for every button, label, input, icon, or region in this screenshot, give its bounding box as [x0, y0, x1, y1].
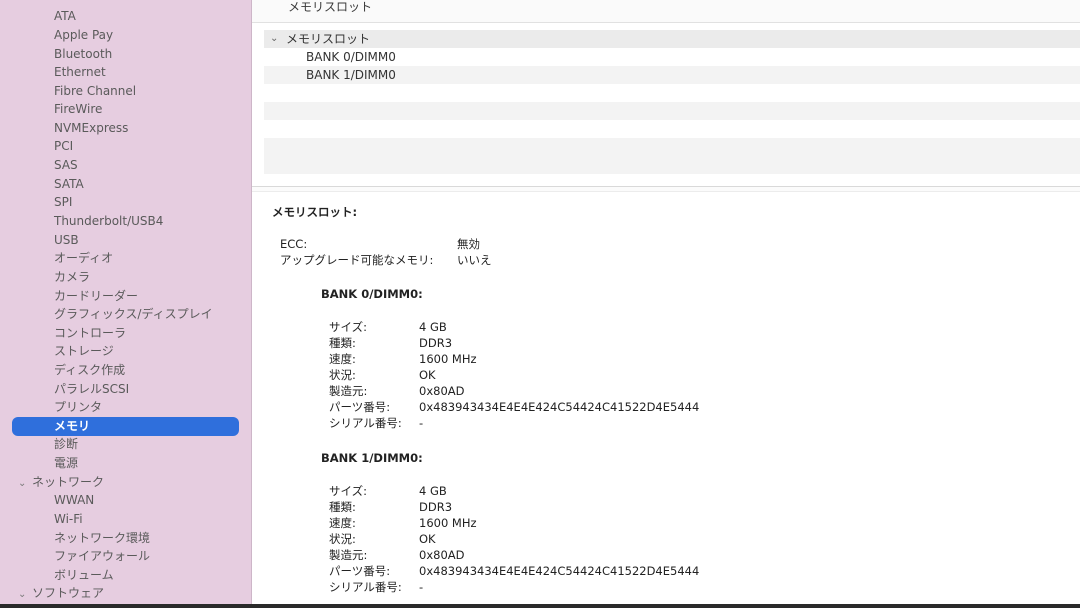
field-value: 0x80AD: [419, 548, 465, 562]
upgrade-value: いいえ: [457, 253, 492, 267]
field-label: サイズ:: [329, 484, 368, 498]
field-value: 0x80AD: [419, 384, 465, 398]
field-label: 速度:: [329, 352, 356, 366]
sidebar-item-graphics[interactable]: グラフィックス/ディスプレイ: [54, 305, 213, 323]
field-value: 4 GB: [419, 320, 447, 334]
tree-row-empty: [264, 156, 1080, 174]
window-bottom-edge: [0, 604, 1080, 608]
field-label: シリアル番号:: [329, 580, 402, 594]
list-header: メモリスロット: [252, 0, 1080, 23]
sidebar-item-wwan[interactable]: WWAN: [54, 491, 94, 509]
field-value: DDR3: [419, 500, 453, 514]
chevron-down-icon[interactable]: ⌄: [18, 475, 32, 493]
field-label: 種類:: [329, 336, 356, 350]
sidebar-item-printer[interactable]: プリンタ: [54, 398, 102, 416]
tree-row-empty: [264, 84, 1080, 102]
sidebar-group-software[interactable]: ⌄ ソフトウェア: [18, 584, 104, 602]
field-value: OK: [419, 532, 436, 546]
tree-row-empty: [264, 138, 1080, 156]
field-value: DDR3: [419, 336, 453, 350]
field-label: パーツ番号:: [329, 400, 391, 414]
sidebar-item-storage[interactable]: ストレージ: [54, 342, 114, 360]
field-value: -: [419, 416, 424, 430]
tree-root-label: メモリスロット: [286, 32, 371, 46]
field-label: 製造元:: [329, 384, 368, 398]
tree-row-empty: [264, 120, 1080, 138]
sidebar-item-parallel-scsi[interactable]: パラレルSCSI: [54, 380, 129, 398]
field-value: OK: [419, 368, 436, 382]
sidebar-item-disc-burning[interactable]: ディスク作成: [54, 361, 125, 379]
field-value: 0x483943434E4E4E424C54424C41522D4E5444: [419, 400, 700, 414]
sidebar-item-volumes[interactable]: ボリューム: [54, 566, 114, 584]
sidebar-item-usb[interactable]: USB: [54, 231, 79, 249]
sidebar-item-controller[interactable]: コントローラ: [54, 324, 126, 342]
field-value: 0x483943434E4E4E424C54424C41522D4E5444: [419, 564, 700, 578]
split-divider[interactable]: [252, 186, 1080, 192]
field-label: 製造元:: [329, 548, 368, 562]
field-label: 状況:: [329, 368, 356, 382]
sidebar-item-card-reader[interactable]: カードリーダー: [54, 287, 138, 305]
sidebar-item-bluetooth[interactable]: Bluetooth: [54, 45, 112, 63]
field-label: 状況:: [329, 532, 356, 546]
sidebar-item-nvmexpress[interactable]: NVMExpress: [54, 119, 128, 137]
upgrade-label: アップグレード可能なメモリ:: [280, 253, 434, 267]
sidebar-item-wifi[interactable]: Wi-Fi: [54, 510, 83, 528]
sidebar-item-power[interactable]: 電源: [54, 454, 78, 472]
sidebar-item-spi[interactable]: SPI: [54, 193, 72, 211]
tree-row-label: BANK 1/DIMM0: [306, 68, 396, 82]
sidebar-item-firewall[interactable]: ファイアウォール: [54, 547, 150, 565]
field-value: 1600 MHz: [419, 352, 477, 366]
field-label: 速度:: [329, 516, 356, 530]
sidebar-group-network[interactable]: ⌄ ネットワーク: [18, 473, 104, 491]
bank-title: BANK 0/DIMM0:: [321, 287, 423, 301]
sidebar-item-apple-pay[interactable]: Apple Pay: [54, 26, 113, 44]
field-label: パーツ番号:: [329, 564, 391, 578]
sidebar-item-firewire[interactable]: FireWire: [54, 100, 102, 118]
chevron-down-icon[interactable]: ⌄: [270, 30, 278, 48]
sidebar-item-sas[interactable]: SAS: [54, 156, 78, 174]
tree-row[interactable]: BANK 1/DIMM0: [264, 66, 1080, 84]
memory-slot-tree: ⌄ メモリスロット BANK 0/DIMM0 BANK 1/DIMM0: [264, 30, 1080, 180]
field-value: 4 GB: [419, 484, 447, 498]
sidebar-item-locations[interactable]: ネットワーク環境: [54, 529, 150, 547]
bank-title: BANK 1/DIMM0:: [321, 451, 423, 465]
tree-row[interactable]: BANK 0/DIMM0: [264, 48, 1080, 66]
field-label: 種類:: [329, 500, 356, 514]
sidebar-item-pci[interactable]: PCI: [54, 137, 73, 155]
sidebar-item-fibre-channel[interactable]: Fibre Channel: [54, 82, 136, 100]
column-header-title[interactable]: メモリスロット: [288, 0, 372, 16]
sidebar-group-label: ネットワーク: [32, 475, 105, 489]
sidebar-item-ethernet[interactable]: Ethernet: [54, 63, 106, 81]
tree-row-empty: [264, 102, 1080, 120]
tree-row-root[interactable]: ⌄ メモリスロット: [264, 30, 1080, 48]
main-pane: メモリスロット ⌄ メモリスロット BANK 0/DIMM0 BANK 1/DI…: [252, 0, 1080, 608]
sidebar-selection-highlight: [12, 417, 239, 436]
sidebar-item-diagnostics[interactable]: 診断: [54, 435, 78, 453]
field-value: 1600 MHz: [419, 516, 477, 530]
sidebar-item-thunderbolt[interactable]: Thunderbolt/USB4: [54, 212, 163, 230]
tree-row-label: BANK 0/DIMM0: [306, 50, 396, 64]
sidebar-item-memory[interactable]: メモリ: [54, 417, 90, 435]
field-label: シリアル番号:: [329, 416, 402, 430]
ecc-value: 無効: [457, 237, 480, 251]
sidebar-group-label: ソフトウェア: [32, 586, 105, 600]
detail-pane: メモリスロット: ECC: 無効 アップグレード可能なメモリ: いいえ BANK…: [252, 196, 1080, 608]
sidebar-item-audio[interactable]: オーディオ: [54, 249, 113, 267]
sidebar-item-ata[interactable]: ATA: [54, 7, 76, 25]
field-label: サイズ:: [329, 320, 368, 334]
chevron-down-icon[interactable]: ⌄: [18, 586, 32, 604]
detail-heading: メモリスロット:: [272, 205, 358, 219]
ecc-label: ECC:: [280, 237, 308, 251]
sidebar: ATA Apple Pay Bluetooth Ethernet Fibre C…: [0, 0, 252, 608]
sidebar-item-sata[interactable]: SATA: [54, 175, 84, 193]
sidebar-item-camera[interactable]: カメラ: [54, 268, 90, 286]
field-value: -: [419, 580, 424, 594]
